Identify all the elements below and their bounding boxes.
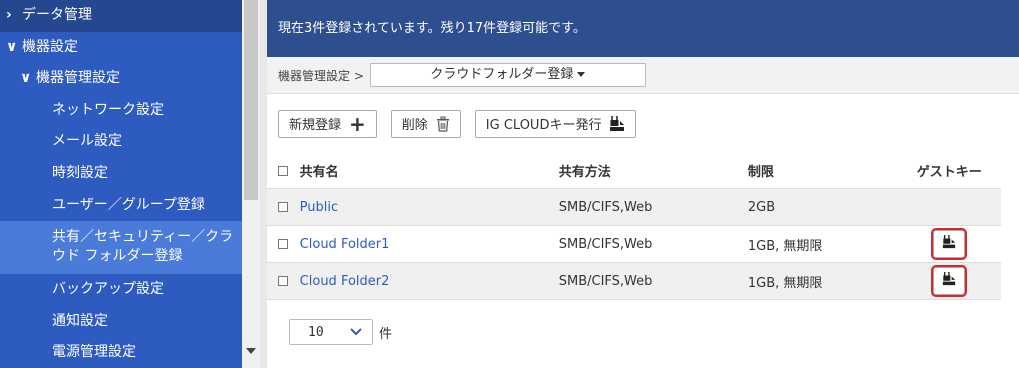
page-size-select[interactable]: 10 bbox=[289, 319, 373, 345]
share-table: 共有名 共有方法 制限 ゲストキー Public SMB/CIFS,Web 2G… bbox=[267, 153, 1001, 300]
ig-cloud-key-issue-label: IG CLOUDキー発行 bbox=[485, 118, 602, 133]
guest-key-button[interactable] bbox=[933, 267, 966, 295]
table-row: Cloud Folder2 SMB/CIFS,Web 1GB, 無期限 bbox=[267, 263, 1001, 300]
table-row: Cloud Folder1 SMB/CIFS,Web 1GB, 無期限 bbox=[267, 226, 1001, 263]
sidebar-item-power[interactable]: 電源管理設定 bbox=[0, 337, 242, 368]
row-checkbox[interactable] bbox=[278, 202, 288, 212]
sidebar-scrollbar[interactable] bbox=[242, 0, 260, 368]
table-row: Public SMB/CIFS,Web 2GB bbox=[267, 189, 1001, 226]
sidebar-item-share-security-cloud[interactable]: 共有／セキュリティー／クラウド フォルダー登録 bbox=[0, 221, 242, 275]
scroll-down-arrow-icon[interactable] bbox=[246, 348, 256, 354]
sidebar-item-data-management[interactable]: › データ管理 bbox=[0, 0, 242, 32]
sidebar-item-users-groups[interactable]: ユーザー／グループ登録 bbox=[0, 190, 242, 222]
pagination: 10 件 bbox=[267, 319, 1019, 345]
share-method-cell: SMB/CIFS,Web bbox=[558, 236, 653, 252]
limit-cell: 1GB, 無期限 bbox=[747, 238, 823, 254]
sidebar-nav: › データ管理 ∨ 機器設定 ∨ 機器管理設定 ネットワーク設定 メール設定 時刻設定… bbox=[0, 0, 242, 368]
breadcrumb: 機器管理設定 > クラウドフォルダー登録 bbox=[267, 57, 1019, 94]
new-register-label: 新規登録 bbox=[289, 118, 342, 133]
row-checkbox[interactable] bbox=[278, 239, 288, 249]
trash-icon bbox=[436, 116, 450, 132]
sidebar-item-time[interactable]: 時刻設定 bbox=[0, 158, 242, 190]
page-size-unit: 件 bbox=[379, 326, 393, 342]
sidebar-item-label: 機器設定 bbox=[22, 38, 78, 55]
header-share-method[interactable]: 共有方法 bbox=[559, 161, 748, 180]
status-banner: 現在3件登録されています。残り17件登録可能です。 bbox=[267, 0, 1019, 57]
header-share-name[interactable]: 共有名 bbox=[300, 161, 559, 180]
ig-cloud-key-issue-button[interactable]: IG CLOUDキー発行 bbox=[474, 109, 637, 138]
share-method-cell: SMB/CIFS,Web bbox=[558, 273, 653, 289]
share-method-cell: SMB/CIFS,Web bbox=[558, 199, 653, 215]
table-header-row: 共有名 共有方法 制限 ゲストキー bbox=[267, 153, 1001, 189]
share-name-link[interactable]: Cloud Folder1 bbox=[300, 237, 559, 252]
header-limit[interactable]: 制限 bbox=[748, 161, 898, 180]
breadcrumb-parent[interactable]: 機器管理設定 > bbox=[278, 67, 364, 84]
breadcrumb-current: クラウドフォルダー登録 bbox=[430, 67, 574, 82]
sidebar-item-network[interactable]: ネットワーク設定 bbox=[0, 95, 242, 127]
key-issue-icon bbox=[942, 233, 956, 253]
row-checkbox[interactable] bbox=[278, 276, 288, 286]
chevron-down-icon bbox=[350, 325, 362, 340]
main-content: 現在3件登録されています。残り17件登録可能です。 機器管理設定 > クラウドフ… bbox=[267, 0, 1019, 368]
delete-button[interactable]: 削除 bbox=[390, 109, 461, 138]
toolbar: 新規登録 + 削除 IG CLOUDキー発行 bbox=[267, 94, 1019, 153]
delete-label: 削除 bbox=[401, 118, 428, 133]
caret-down-icon bbox=[577, 72, 586, 77]
plus-icon: + bbox=[349, 111, 366, 136]
chevron-down-icon: ∨ bbox=[20, 70, 32, 87]
sidebar-item-notification[interactable]: 通知設定 bbox=[0, 306, 242, 338]
key-issue-icon bbox=[942, 270, 956, 290]
sidebar-item-device-settings[interactable]: ∨ 機器設定 bbox=[0, 32, 242, 64]
sidebar-item-backup[interactable]: バックアップ設定 bbox=[0, 274, 242, 306]
key-issue-icon bbox=[609, 115, 625, 132]
new-register-button[interactable]: 新規登録 + bbox=[278, 109, 377, 138]
header-guest-key: ゲストキー bbox=[916, 165, 982, 180]
sidebar-item-label: データ管理 bbox=[22, 7, 92, 23]
share-name-link[interactable]: Cloud Folder2 bbox=[300, 274, 559, 289]
guest-key-button[interactable] bbox=[933, 230, 966, 258]
limit-cell: 1GB, 無期限 bbox=[747, 275, 823, 291]
chevron-right-icon: › bbox=[6, 7, 12, 23]
chevron-down-icon: ∨ bbox=[6, 38, 18, 55]
sidebar-item-label: 機器管理設定 bbox=[36, 70, 120, 87]
share-name-link[interactable]: Public bbox=[300, 200, 559, 215]
breadcrumb-page-select[interactable]: クラウドフォルダー登録 bbox=[369, 63, 646, 87]
sidebar-item-mail[interactable]: メール設定 bbox=[0, 126, 242, 158]
select-all-checkbox[interactable] bbox=[278, 165, 288, 176]
frame-divider bbox=[260, 0, 267, 368]
limit-cell: 2GB bbox=[747, 199, 776, 215]
scrollbar-thumb[interactable] bbox=[244, 0, 258, 200]
sidebar-item-device-management[interactable]: ∨ 機器管理設定 bbox=[0, 63, 242, 95]
page-size-value: 10 bbox=[308, 324, 324, 340]
